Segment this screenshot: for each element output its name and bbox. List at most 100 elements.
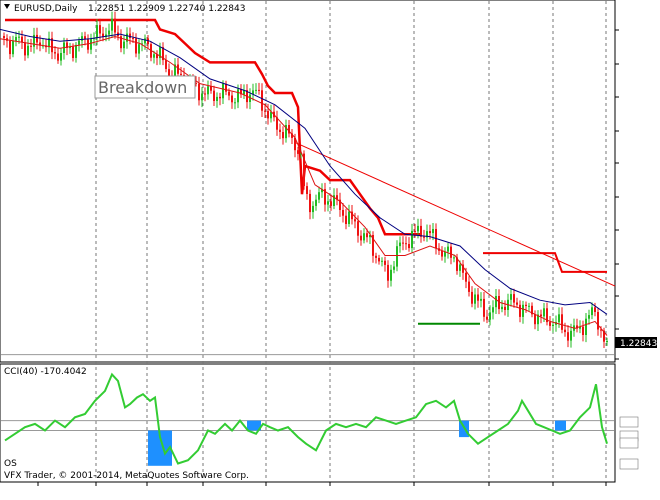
bear-candle xyxy=(420,225,422,237)
bull-candle xyxy=(237,89,239,103)
bull-candle xyxy=(18,36,20,38)
bear-candle xyxy=(429,231,431,234)
bull-candle xyxy=(234,102,236,104)
bull-candle xyxy=(417,225,419,232)
price-axis[interactable] xyxy=(615,29,619,360)
bear-candle xyxy=(513,294,515,303)
bear-candle xyxy=(3,36,5,39)
breakdown-label: Breakdown xyxy=(98,78,187,97)
bear-candle xyxy=(21,36,23,43)
cci-pane[interactable] xyxy=(0,363,616,483)
bull-candle xyxy=(318,192,320,200)
bull-candle xyxy=(492,307,494,313)
bull-candle xyxy=(453,257,455,259)
bull-candle xyxy=(96,25,98,39)
cci-axis[interactable] xyxy=(619,416,639,470)
bear-candle xyxy=(468,281,470,292)
bear-candle xyxy=(258,89,260,91)
bull-candle xyxy=(501,306,503,310)
bull-candle xyxy=(201,93,203,101)
oversold-bar xyxy=(555,420,566,431)
bear-candle xyxy=(402,242,404,244)
bull-candle xyxy=(327,201,329,205)
bull-candle xyxy=(495,296,497,308)
bull-candle xyxy=(348,211,350,224)
bull-candle xyxy=(591,307,593,316)
bear-candle xyxy=(9,40,11,55)
bull-candle xyxy=(480,298,482,301)
bear-candle xyxy=(135,38,137,54)
bear-candle xyxy=(168,69,170,77)
os-label: OS xyxy=(4,459,17,469)
bull-candle xyxy=(216,96,218,101)
bull-candle xyxy=(528,305,530,307)
bear-candle xyxy=(24,42,26,56)
bear-candle xyxy=(483,298,485,317)
bull-candle xyxy=(153,54,155,58)
chart-window[interactable]: EURUSD,Daily 1.22851 1.22909 1.22740 1.2… xyxy=(0,0,660,500)
bear-candle xyxy=(198,83,200,101)
bear-candle xyxy=(264,110,266,112)
symbol-header: EURUSD,Daily 1.22851 1.22909 1.22740 1.2… xyxy=(4,4,245,14)
bear-candle xyxy=(567,332,569,341)
bear-candle xyxy=(408,244,410,249)
bull-candle xyxy=(474,294,476,304)
bear-candle xyxy=(477,294,479,301)
bear-candle xyxy=(87,39,89,50)
bear-candle xyxy=(594,307,596,312)
bear-candle xyxy=(357,221,359,236)
bear-candle xyxy=(423,236,425,238)
bear-candle xyxy=(360,235,362,241)
bear-candle xyxy=(30,45,32,47)
bull-candle xyxy=(108,30,110,35)
bear-candle xyxy=(57,53,59,61)
bear-candle xyxy=(405,243,407,245)
bear-candle xyxy=(99,25,101,34)
bull-candle xyxy=(12,40,14,55)
bear-candle xyxy=(204,93,206,95)
bear-candle xyxy=(486,316,488,320)
bear-candle xyxy=(471,291,473,304)
time-axis[interactable] xyxy=(37,482,607,486)
bear-candle xyxy=(306,186,308,194)
bull-candle xyxy=(489,312,491,320)
cci-label: CCI(40) -170.4042 xyxy=(4,367,87,377)
bear-candle xyxy=(465,272,467,282)
bear-candle xyxy=(345,215,347,224)
bear-candle xyxy=(72,46,74,58)
bear-candle xyxy=(213,90,215,101)
bull-candle xyxy=(543,308,545,317)
bull-candle xyxy=(588,315,590,319)
bear-candle xyxy=(534,314,536,325)
bull-candle xyxy=(255,89,257,91)
bull-candle xyxy=(222,83,224,99)
bull-candle xyxy=(207,86,209,95)
bull-candle xyxy=(27,45,29,56)
bear-candle xyxy=(231,95,233,103)
breakdown-annotation[interactable]: Breakdown xyxy=(94,75,196,99)
bull-candle xyxy=(144,38,146,44)
bear-candle xyxy=(597,312,599,330)
bull-candle xyxy=(81,36,83,41)
bear-candle xyxy=(582,326,584,335)
bear-candle xyxy=(297,150,299,154)
bear-candle xyxy=(279,129,281,132)
bull-candle xyxy=(312,205,314,213)
symbol-label: EURUSD,Daily xyxy=(14,4,78,14)
bear-candle xyxy=(342,210,344,216)
bull-candle xyxy=(570,330,572,341)
current-price-label: 1.22843 xyxy=(620,339,657,349)
bear-candle xyxy=(210,86,212,91)
bull-candle xyxy=(447,246,449,252)
copyright-footer: VFX Trader, © 2001-2014, MetaQuotes Soft… xyxy=(4,471,249,481)
bull-candle xyxy=(381,260,383,262)
bull-candle xyxy=(585,318,587,335)
bear-candle xyxy=(387,264,389,281)
bear-candle xyxy=(564,329,566,333)
bull-candle xyxy=(522,304,524,317)
bear-candle xyxy=(354,219,356,222)
bear-candle xyxy=(414,230,416,232)
bear-candle xyxy=(549,322,551,326)
bear-candle xyxy=(132,38,134,39)
bear-candle xyxy=(228,91,230,96)
